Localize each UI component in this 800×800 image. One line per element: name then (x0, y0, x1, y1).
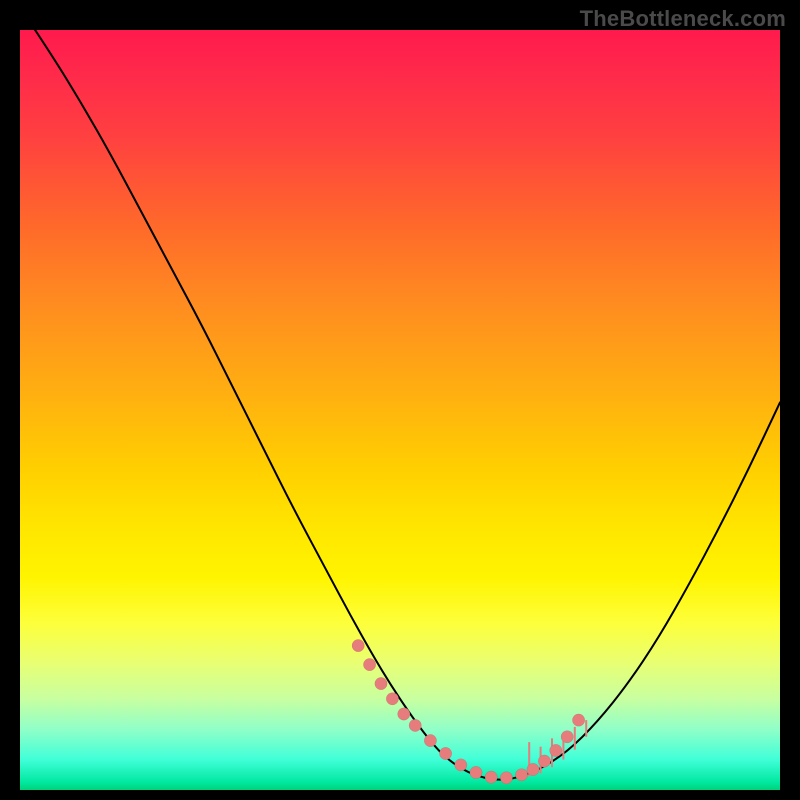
plot-svg (20, 30, 780, 790)
data-dot (485, 771, 497, 783)
plot-area (20, 30, 780, 790)
data-dot (572, 714, 584, 726)
data-dot (515, 769, 527, 781)
data-dot (424, 734, 436, 746)
data-dot (470, 766, 482, 778)
data-dot (398, 708, 410, 720)
data-dot (561, 731, 573, 743)
data-dot (352, 639, 364, 651)
data-dot (409, 719, 421, 731)
data-dot (538, 755, 550, 767)
chart-root: TheBottleneck.com (0, 0, 800, 800)
data-dot (386, 693, 398, 705)
bottleneck-curve (20, 7, 780, 779)
data-dot (527, 763, 539, 775)
data-dot (375, 677, 387, 689)
data-dot (455, 759, 467, 771)
data-dot (550, 744, 562, 756)
data-dot (500, 772, 512, 784)
data-dot (363, 658, 375, 670)
watermark-label: TheBottleneck.com (580, 6, 786, 32)
data-dot (439, 747, 451, 759)
data-dots (352, 639, 586, 784)
